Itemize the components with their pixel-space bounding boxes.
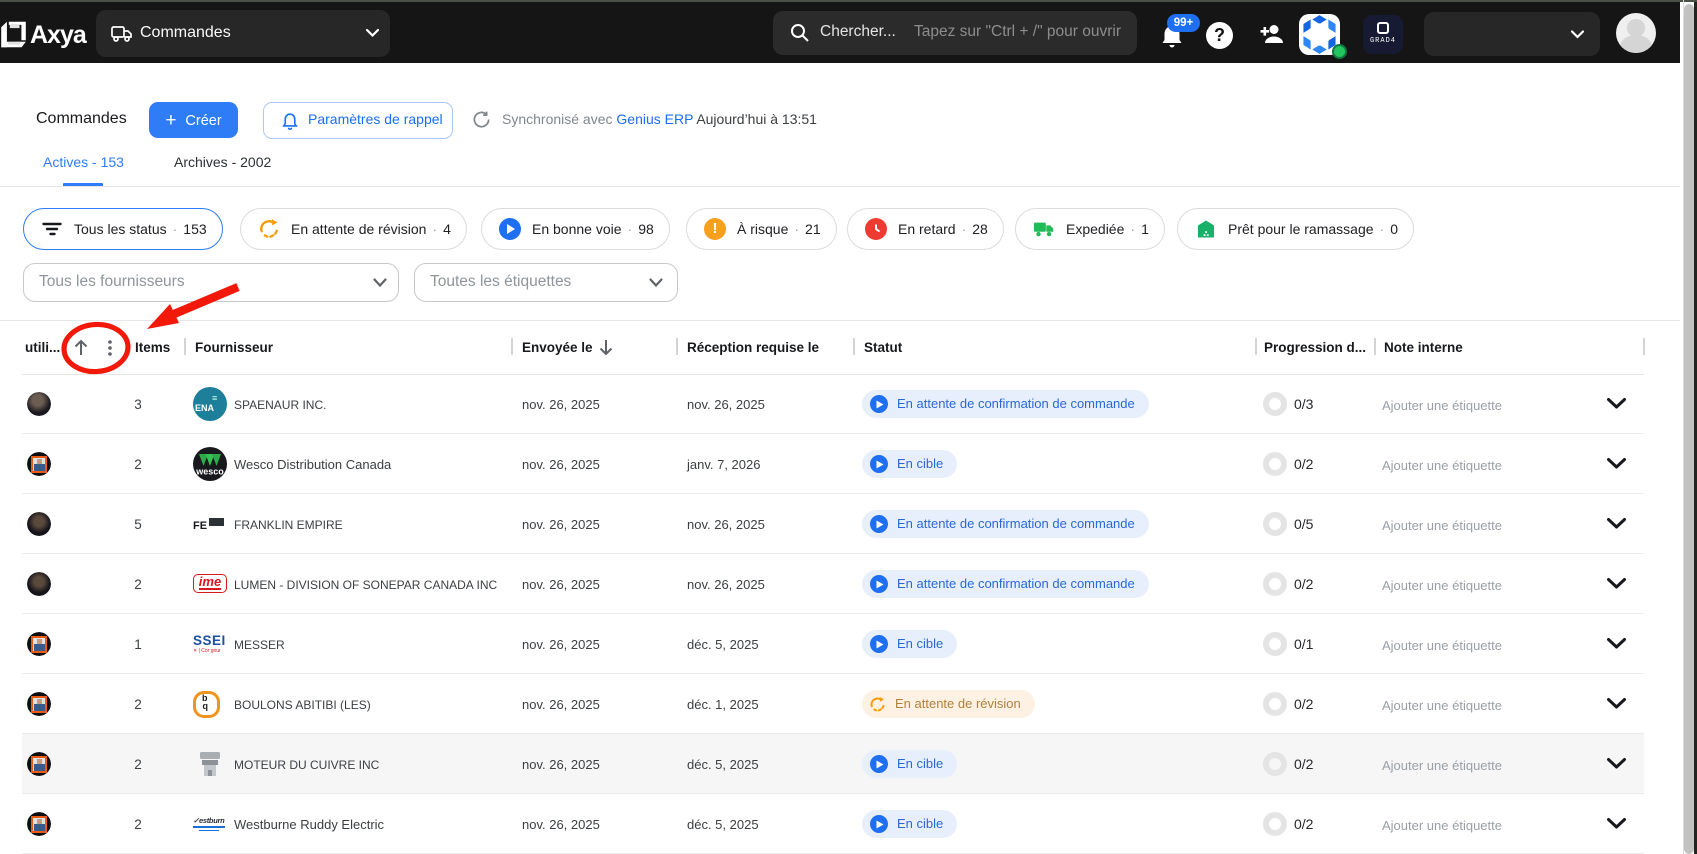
svg-text:wesco: wesco — [195, 467, 224, 477]
